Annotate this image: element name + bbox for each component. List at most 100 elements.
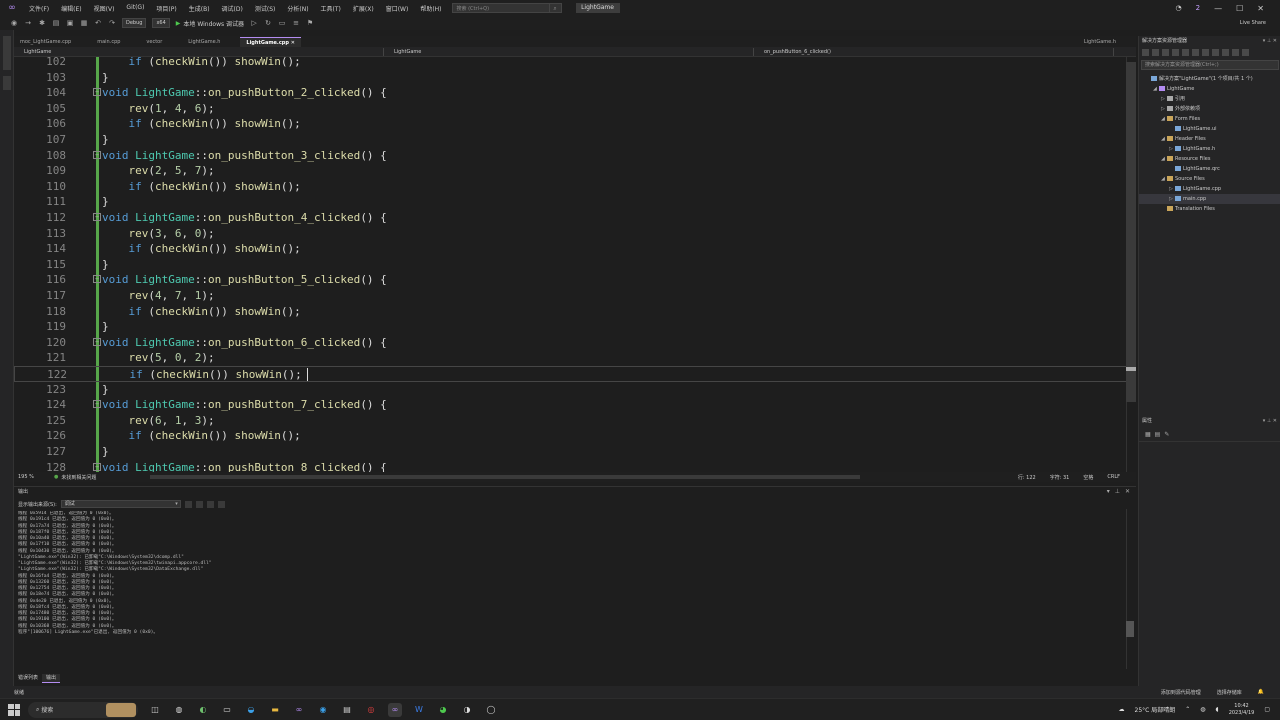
panel-controls[interactable]: ▾ ⊥ ✕ (1263, 36, 1277, 46)
clock[interactable]: 10:42 2023/4/19 (1229, 703, 1255, 717)
live-share-button[interactable]: Live Share (1240, 20, 1280, 26)
comment-icon[interactable]: ≡ (292, 19, 300, 27)
solution-tree-item[interactable]: ▷ LightGame.h (1139, 144, 1280, 154)
tab-moc-lightgame-cpp[interactable]: moc_LightGame.cpp (14, 37, 77, 47)
code-line[interactable]: 125 rev(6, 1, 3); (14, 413, 1136, 429)
visual-studio-active-icon[interactable]: ∞ (388, 702, 402, 717)
tab-lightgame-h[interactable]: LightGame.h (182, 37, 226, 47)
categorized-icon[interactable]: ▦ (1145, 431, 1151, 438)
open-icon[interactable]: ▤ (52, 19, 60, 27)
close-panel-icon[interactable]: ✕ (1125, 487, 1130, 497)
bookmark-icon[interactable]: ⚑ (306, 19, 314, 27)
solution-tree-item[interactable]: ◢ LightGame (1139, 84, 1280, 94)
menu-item[interactable]: 视图(V) (88, 4, 121, 13)
code-line[interactable]: 121 rev(5, 0, 2); (14, 350, 1136, 366)
code-line[interactable]: 110 if (checkWin()) showWin(); (14, 179, 1136, 195)
code-line[interactable]: 127} (14, 444, 1136, 460)
code-line[interactable]: 122 if (checkWin()) showWin(); (14, 366, 1136, 382)
menu-item[interactable]: 文件(F) (23, 4, 55, 13)
tab-main-cpp[interactable]: main.cpp (91, 37, 126, 47)
maximize-button[interactable]: ☐ (1236, 4, 1243, 13)
files-icon[interactable]: ▭ (220, 703, 234, 717)
toolbox-tab[interactable] (3, 76, 11, 90)
back-icon[interactable] (1142, 49, 1149, 56)
fold-toggle-icon[interactable]: − (93, 462, 101, 471)
output-source-select[interactable]: 调试 (60, 500, 181, 508)
undo-icon[interactable]: ↶ (94, 19, 102, 27)
layout-icon[interactable]: ▭ (278, 19, 286, 27)
taskbar-search[interactable]: ⌕ 搜索 (28, 701, 138, 718)
code-line[interactable]: 117 rev(4, 7, 1); (14, 288, 1136, 304)
solution-tree-item[interactable]: ◢ Source Files (1139, 174, 1280, 184)
tab-vector[interactable]: vector (140, 37, 168, 47)
new-project-icon[interactable]: ✱ (38, 19, 46, 27)
code-line[interactable]: 102 if (checkWin()) showWin(); (14, 57, 1136, 70)
code-line[interactable]: 106 if (checkWin()) showWin(); (14, 116, 1136, 132)
search-icon[interactable]: ⌕ (548, 3, 561, 13)
notification-badge[interactable]: 2 (1196, 4, 1200, 12)
save-all-icon[interactable]: ▦ (80, 19, 88, 27)
qt-icon[interactable]: ◑ (460, 703, 474, 717)
code-line[interactable]: 120 − void LightGame::on_pushButton_6_clic… (14, 335, 1136, 351)
word-icon[interactable]: W (412, 703, 426, 717)
code-line[interactable]: 112 − void LightGame::on_pushButton_4_clic… (14, 210, 1136, 226)
zoom-level[interactable]: 195 % (14, 474, 54, 480)
code-line[interactable]: 108 − void LightGame::on_pushButton_3_clic… (14, 148, 1136, 164)
code-line[interactable]: 115} (14, 257, 1136, 273)
menu-item[interactable]: 生成(B) (183, 4, 216, 13)
line-ending[interactable]: CRLF (1107, 474, 1120, 481)
redo-icon[interactable]: ↷ (108, 19, 116, 27)
netease-music-icon[interactable]: ◎ (364, 703, 378, 717)
output-text[interactable]: 线程 0x5914 已退出, 返回值为 0 (0x0)。 线程 0x191c4 已… (18, 511, 1118, 671)
menu-item[interactable]: Git(G) (120, 4, 150, 13)
task-view-icon[interactable]: ◫ (148, 703, 162, 717)
menu-item[interactable]: 分析(N) (281, 4, 314, 13)
code-line[interactable]: 124 − void LightGame::on_pushButton_7_clic… (14, 397, 1136, 413)
code-line[interactable]: 114 if (checkWin()) showWin(); (14, 241, 1136, 257)
pin-icon[interactable]: ⊥ (1115, 487, 1120, 497)
close-button[interactable]: ✕ (1257, 4, 1264, 13)
fold-toggle-icon[interactable]: − (93, 337, 101, 346)
switch-view-icon[interactable] (1172, 49, 1179, 56)
visual-studio-icon[interactable]: ∞ (292, 703, 306, 717)
fold-toggle-icon[interactable]: − (93, 88, 101, 97)
code-line[interactable]: 103} (14, 70, 1136, 86)
store-icon[interactable]: ◉ (316, 703, 330, 717)
account-icon[interactable]: ◔ (1176, 4, 1182, 12)
minimize-button[interactable]: — (1214, 4, 1222, 13)
solution-tree-item[interactable]: ▷ 引用 (1139, 94, 1280, 104)
code-line[interactable]: 128 − void LightGame::on_pushButton_8_clic… (14, 460, 1136, 472)
find-icon[interactable] (184, 500, 192, 508)
menu-item[interactable]: 窗口(W) (380, 4, 415, 13)
solution-tree-item[interactable]: LightGame.ui (1139, 124, 1280, 134)
code-line[interactable]: 107} (14, 132, 1136, 148)
configuration-select[interactable]: Debug (122, 18, 147, 28)
tab-error-list[interactable]: 错误列表 (14, 674, 42, 683)
code-line[interactable]: 105 rev(1, 4, 6); (14, 101, 1136, 117)
chrome-icon[interactable]: ◍ (172, 703, 186, 717)
properties-icon[interactable] (1222, 49, 1229, 56)
code-line[interactable]: 104 − void LightGame::on_pushButton_2_clic… (14, 85, 1136, 101)
server-explorer-tab[interactable] (3, 36, 11, 70)
editor-horizontal-scrollbar[interactable] (150, 475, 860, 479)
fold-toggle-icon[interactable]: − (93, 275, 101, 284)
app-icon[interactable]: ◐ (196, 703, 210, 717)
tab-lightgame-h-preview[interactable]: LightGame.h (1078, 37, 1122, 47)
start-debugging-button[interactable]: ▶ 本地 Windows 调试器 (176, 19, 244, 28)
clear-all-icon[interactable] (195, 500, 203, 508)
menu-item[interactable]: 调试(D) (216, 4, 249, 13)
code-line[interactable]: 123} (14, 382, 1136, 398)
solution-tree-item[interactable]: LightGame.qrc (1139, 164, 1280, 174)
show-all-files-icon[interactable] (1212, 49, 1219, 56)
solution-tree-item[interactable]: 解决方案"LightGame"(1 个项目/共 1 个) (1139, 74, 1280, 84)
alphabetical-icon[interactable]: ▤ (1155, 431, 1161, 438)
code-line[interactable]: 113 rev(3, 6, 0); (14, 226, 1136, 242)
search-input[interactable]: 搜索 (Ctrl+Q) ⌕ (451, 3, 562, 13)
weather-text[interactable]: 25°C 局部晴朗 (1135, 705, 1176, 714)
code-line[interactable]: 116 − void LightGame::on_pushButton_5_clic… (14, 272, 1136, 288)
issues-status[interactable]: 未找到相关问题 (61, 474, 96, 481)
github-icon[interactable]: ◯ (484, 703, 498, 717)
refresh-icon[interactable]: ↻ (264, 19, 272, 27)
menu-item[interactable]: 项目(P) (150, 4, 182, 13)
toggle-scroll-icon[interactable] (217, 500, 225, 508)
